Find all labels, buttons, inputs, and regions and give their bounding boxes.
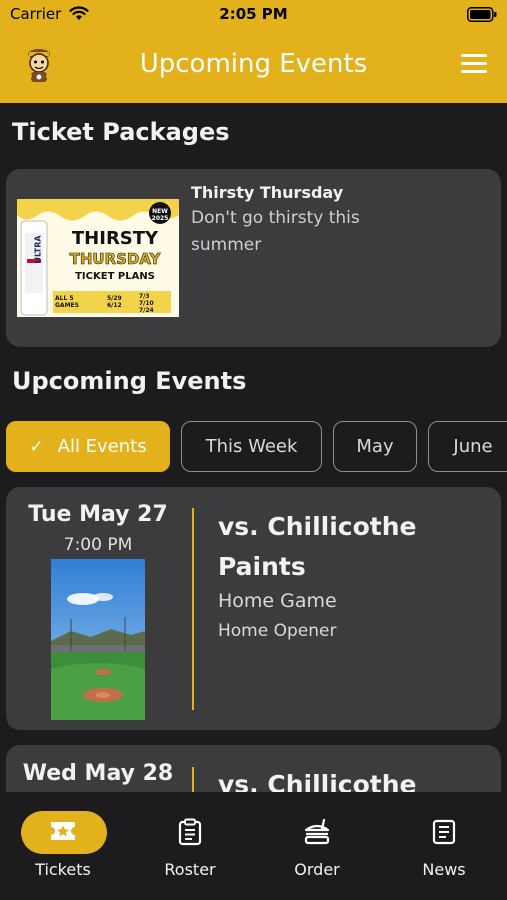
tab-label: Order — [294, 860, 340, 879]
page-title: Upcoming Events — [139, 49, 368, 79]
menu-line — [461, 62, 487, 65]
tab-label: News — [422, 860, 466, 879]
filter-chip-all-events[interactable]: ✓ All Events — [6, 421, 170, 472]
event-opponent: vs. Chillicothe Paints — [218, 512, 417, 581]
upcoming-events-heading: Upcoming Events — [12, 367, 247, 395]
filter-chip-label: This Week — [205, 436, 298, 457]
clipboard-icon — [127, 818, 253, 850]
promo-footer-left: ALL 5 GAMES — [55, 295, 79, 309]
menu-line — [461, 70, 487, 73]
filter-chip-june[interactable]: June — [428, 421, 507, 472]
event-date: Wed May 28 — [22, 761, 174, 786]
promo-line3: TICKET PLANS — [75, 271, 155, 282]
package-title: Thirsty Thursday — [191, 183, 344, 202]
tab-news[interactable]: News — [381, 792, 507, 900]
event-card[interactable]: Tue May 27 7:00 PM vs. Chillicothe Paint… — [6, 487, 501, 730]
tab-tickets[interactable]: Tickets — [0, 792, 126, 900]
news-icon — [381, 818, 507, 850]
package-promo-image: ULTRA NEW 2025 THIRSTY THURSDAY TICKET P… — [17, 199, 179, 317]
promo-line2: THURSDAY — [69, 250, 161, 269]
event-note: Home Opener — [218, 621, 337, 641]
status-bar: Carrier 2:05 PM — [0, 0, 507, 30]
package-description: Don't go thirsty this summer — [191, 208, 360, 255]
filter-chip-may[interactable]: May — [333, 421, 417, 472]
promo-brand: ULTRA — [33, 235, 43, 264]
tab-roster[interactable]: Roster — [127, 792, 253, 900]
ticket-packages-heading: Ticket Packages — [12, 118, 230, 146]
event-date: Tue May 27 — [28, 502, 168, 527]
event-time: 7:00 PM — [63, 535, 133, 555]
battery-icon — [467, 7, 497, 22]
promo-line1: THIRSTY — [71, 228, 159, 249]
filter-chip-label: June — [453, 436, 493, 457]
event-type: Home Game — [218, 590, 337, 612]
checkmark-icon: ✓ — [29, 436, 44, 457]
event-divider — [192, 508, 194, 710]
promo-dates-a: 5/29 6/12 — [107, 295, 122, 309]
ticket-package-card[interactable]: ULTRA NEW 2025 THIRSTY THURSDAY TICKET P… — [6, 169, 501, 347]
event-photo — [51, 559, 145, 720]
promo-badge: NEW 2025 — [151, 208, 169, 222]
promo-dates-b: 7/3 7/10 7/24 — [139, 293, 154, 314]
filter-chip-label: All Events — [57, 436, 147, 457]
hamburger-menu-icon[interactable] — [461, 54, 487, 76]
food-order-icon — [254, 818, 380, 850]
bottom-tab-bar: Tickets Roster Order News — [0, 792, 507, 900]
event-filter-row: ✓ All Events This Week May June — [6, 421, 507, 473]
menu-line — [461, 54, 487, 57]
tab-label: Tickets — [35, 860, 91, 879]
tab-label: Roster — [164, 860, 216, 879]
filter-chip-this-week[interactable]: This Week — [181, 421, 322, 472]
tab-order[interactable]: Order — [254, 792, 380, 900]
app-header: Upcoming Events — [0, 30, 507, 103]
filter-chip-label: May — [356, 436, 394, 457]
ticket-star-icon — [0, 818, 126, 848]
status-time: 2:05 PM — [219, 5, 288, 23]
